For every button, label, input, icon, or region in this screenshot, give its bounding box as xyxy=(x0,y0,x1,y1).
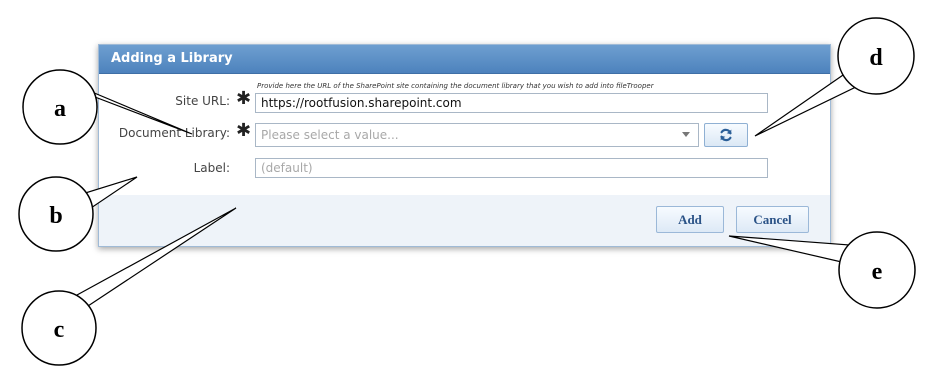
cancel-button[interactable]: Cancel xyxy=(736,206,809,233)
label-input[interactable]: (default) xyxy=(255,158,768,178)
chevron-down-icon[interactable] xyxy=(682,132,690,137)
site-url-label: Site URL: xyxy=(175,94,230,108)
site-url-hint: Provide here the URL of the SharePoint s… xyxy=(257,82,654,90)
callout-b-letter: b xyxy=(49,203,62,229)
callout-d-letter: d xyxy=(869,45,883,71)
document-library-select[interactable]: Please select a value... xyxy=(255,123,699,147)
dialog-title: Adding a Library xyxy=(99,45,830,74)
add-button[interactable]: Add xyxy=(656,206,724,233)
dialog-footer: Add Cancel xyxy=(99,195,830,246)
site-url-input[interactable]: https://rootfusion.sharepoint.com xyxy=(255,93,768,113)
document-library-required-marker: ✱ xyxy=(236,120,252,141)
site-url-required-marker: ✱ xyxy=(236,88,252,109)
document-library-placeholder: Please select a value... xyxy=(261,128,399,142)
callout-c-letter: c xyxy=(54,317,65,343)
refresh-icon xyxy=(720,128,732,142)
dialog-body: Provide here the URL of the SharePoint s… xyxy=(99,74,830,196)
annotated-screenshot: Adding a Library Provide here the URL of… xyxy=(0,0,939,369)
callout-e-letter: e xyxy=(872,259,883,285)
label-field-label: Label: xyxy=(193,161,230,175)
refresh-libraries-button[interactable] xyxy=(704,123,748,147)
adding-library-dialog: Adding a Library Provide here the URL of… xyxy=(98,44,831,247)
document-library-label: Document Library: xyxy=(118,126,230,140)
callout-a-letter: a xyxy=(54,96,66,122)
